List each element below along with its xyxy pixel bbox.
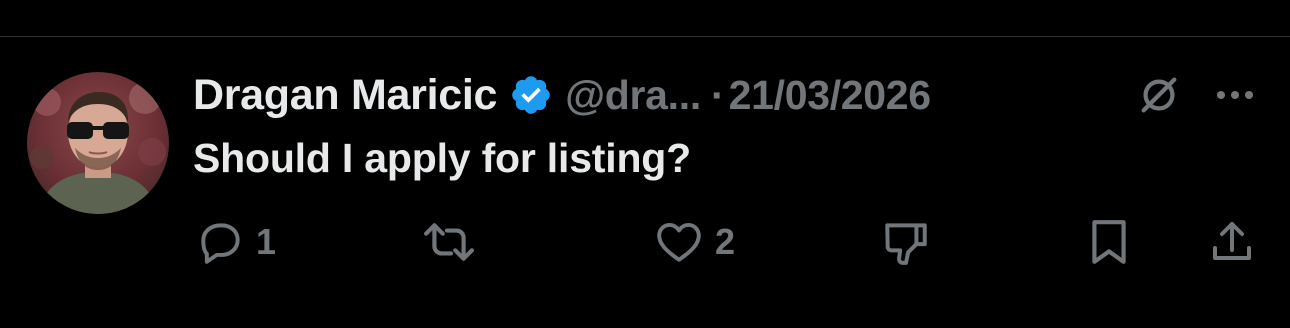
retweet-icon <box>424 223 474 261</box>
tweet-header: Dragan Maricic @dra... · 21/03/2026 <box>193 67 1273 123</box>
share-button[interactable] <box>1208 217 1256 267</box>
tweet[interactable]: Dragan Maricic @dra... · 21/03/2026 Shou… <box>0 37 1290 328</box>
reply-icon <box>201 223 240 264</box>
author-name[interactable]: Dragan Maricic <box>193 71 497 120</box>
share-icon <box>1213 222 1251 260</box>
more-icon[interactable] <box>1212 75 1258 115</box>
bookmark-icon <box>1092 220 1126 264</box>
tweet-text: Should I apply for listing? <box>193 135 691 181</box>
tweet-date[interactable]: 21/03/2026 <box>729 72 932 119</box>
dislike-button[interactable] <box>880 217 932 267</box>
heart-icon <box>657 222 701 262</box>
verified-badge-icon <box>509 73 553 117</box>
like-count: 2 <box>715 221 736 262</box>
thumbs-down-icon <box>885 223 927 265</box>
avatar[interactable] <box>27 72 169 214</box>
retweet-button[interactable] <box>421 217 477 267</box>
reply-count: 1 <box>256 221 277 262</box>
grok-icon[interactable] <box>1134 70 1184 120</box>
separator-dot: · <box>710 71 725 118</box>
bookmark-button[interactable] <box>1087 217 1131 267</box>
action-bar: 1 2 <box>0 217 1290 267</box>
like-button[interactable]: 2 <box>653 217 735 267</box>
reply-button[interactable]: 1 <box>196 217 276 267</box>
author-handle[interactable]: @dra... <box>565 72 701 119</box>
